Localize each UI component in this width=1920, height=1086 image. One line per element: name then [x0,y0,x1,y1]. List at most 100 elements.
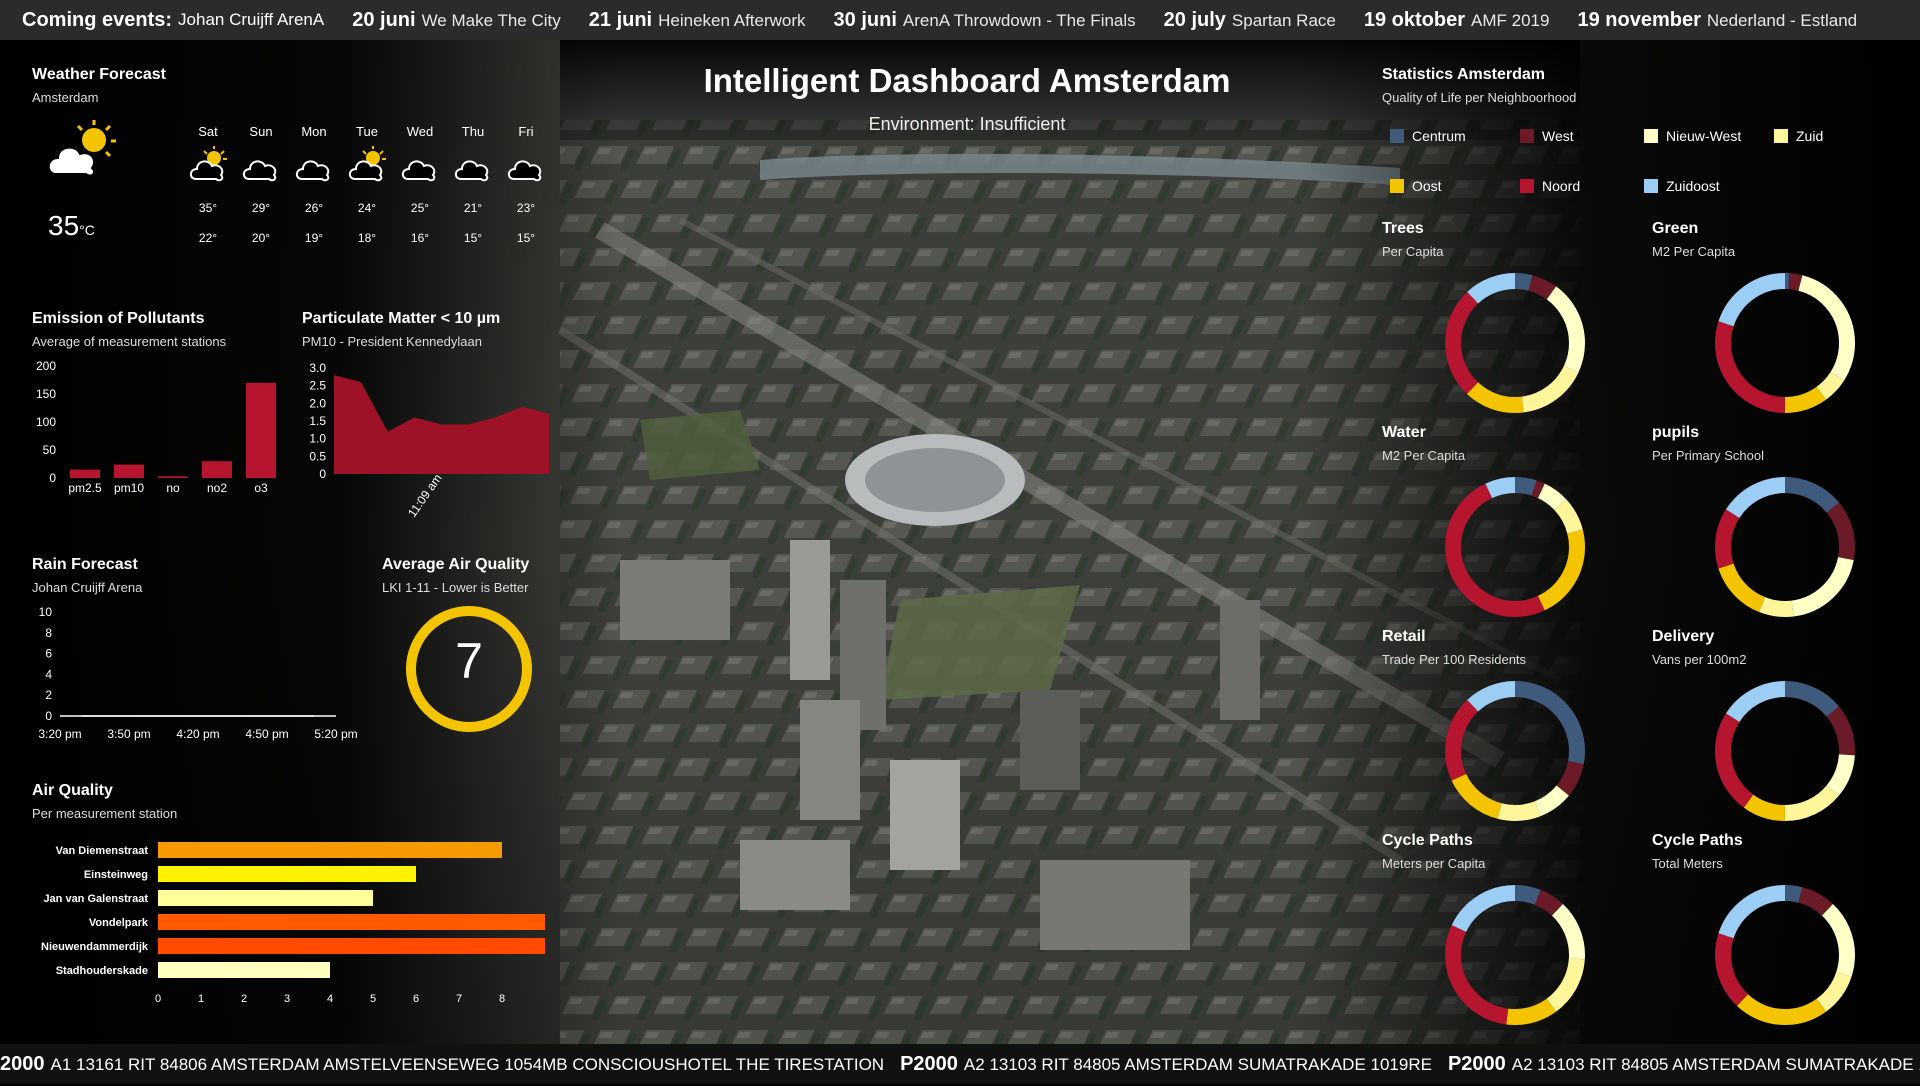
forecast-high: 26° [304,201,324,215]
donut-subtitle: Per Primary School [1652,448,1764,463]
emission-bar[interactable] [246,382,276,478]
partly-sunny-icon [44,116,120,189]
forecast-day: Wed 25° 16° [400,124,440,245]
donut-subtitle: M2 Per Capita [1652,244,1736,259]
cloud-icon [400,145,440,191]
legend-label: Zuid [1796,128,1824,144]
event-name: AMF 2019 [1471,10,1550,30]
legend-item[interactable]: Centrum [1390,128,1466,144]
y-tick-label: 0 [319,467,326,481]
forecast-high: 21° [463,201,483,215]
legend-item[interactable]: Zuid [1774,128,1823,144]
station-label: Nieuwendammerdijk [41,941,149,953]
x-tick-label: 4 [327,993,333,1005]
station-bar[interactable] [158,938,545,954]
cloud-icon [241,145,281,191]
statistics-subtitle: Quality of Life per Neighboorhood [1382,90,1577,105]
temperature-unit: °C [79,222,95,238]
emission-bar[interactable] [158,476,188,478]
pm10-area[interactable] [334,375,549,474]
y-tick-label: 2 [45,688,52,702]
station-bar[interactable] [158,914,545,930]
station-bar[interactable] [158,962,330,978]
emission-bar[interactable] [70,469,100,478]
x-tick-label: 4:50 pm [245,727,288,741]
emission-bar-chart: 0 50 100 150 200 pm2.5 pm10 no no2 o3 [36,359,276,495]
event-date: 20 july [1163,8,1226,31]
y-tick-label: 50 [43,443,57,457]
current-temperature: 35°C [48,210,95,241]
emission-panel: Emission of Pollutants Average of measur… [32,310,226,349]
partly-sunny-icon [347,145,387,191]
forecast-high: 35° [198,201,218,215]
legend-item[interactable]: West [1520,128,1574,144]
donut-subtitle: Total Meters [1652,856,1723,871]
forecast-day-name: Sat [198,124,218,139]
air-quality-subtitle: Per measurement station [32,806,178,821]
legend-item[interactable]: Nieuw-West [1644,128,1741,144]
station-bar[interactable] [158,866,416,882]
forecast-day: Thu 21° 15° [453,124,493,245]
donut-panel: Delivery Vans per 100m2 [1652,628,1912,828]
forecast-day: Sat 35° 22° [188,124,228,245]
donut-chart [1715,681,1855,821]
event-item: 20 july Spartan Race [1164,9,1336,32]
donut-chart [1445,477,1585,617]
donut-chart [1715,273,1855,413]
air-quality-panel: Air Quality Per measurement station [32,782,177,821]
forecast-day-name: Mon [301,124,327,139]
cloud-icon [506,145,546,191]
legend-item[interactable]: Zuidoost [1644,178,1720,194]
x-tick-label: 6 [413,993,419,1005]
legend-label: Oost [1412,178,1442,194]
donut-title: Retail [1382,628,1426,645]
forecast-day: Fri 23° 15° [506,124,546,245]
event-item: 19 oktober AMF 2019 [1364,9,1550,32]
donut-subtitle: Trade Per 100 Residents [1382,652,1527,667]
pm10-subtitle: PM10 - President Kennedylaan [302,334,482,349]
neighbourhood-legend: Centrum West Nieuw-West Zuid Oost Noord Zuidoo… [1390,128,1910,198]
weather-location: Amsterdam [32,90,99,105]
weather-title: Weather Forecast [32,66,166,83]
x-tick-label: 7 [456,993,462,1005]
legend-swatch [1390,179,1404,193]
p2000-ticker: 2000 A1 13161 RIT 84806 AMSTERDAM AMSTELV… [0,1044,1920,1084]
legend-item[interactable]: Noord [1520,178,1580,194]
event-date: 30 juni [833,8,897,31]
forecast-low: 15° [516,231,536,245]
air-average-panel: Average Air Quality LKI 1-11 - Lower is … [382,556,529,595]
x-tick-label: no [166,481,180,495]
x-tick-label: 0 [155,993,161,1005]
air-quality-gauge: 7 [404,604,534,734]
pm10-time-label: 11:09 am [405,471,445,519]
page-title: Intelligent Dashboard Amsterdam [703,62,1231,99]
event-date: 20 juni [352,8,416,31]
donut-subtitle: Meters per Capita [1382,856,1486,871]
donut-chart [1715,477,1855,617]
weather-panel: Weather Forecast Amsterdam [32,66,166,105]
page-subtitle: Environment: Insufficient [868,114,1066,134]
forecast-day-name: Fri [518,124,534,139]
y-tick-label: 6 [45,647,52,661]
forecast-low: 19° [304,231,324,245]
forecast-day-name: Tue [356,124,378,139]
event-date: 21 juni [588,8,653,31]
x-tick-label: pm2.5 [68,481,102,495]
air-quality-title: Air Quality [32,782,113,799]
x-tick-label: 2 [241,993,247,1005]
emission-bar[interactable] [202,461,232,478]
events-ticker: Coming events: Johan Cruijff ArenA 20 ju… [0,0,1920,40]
forecast-high: 24° [357,201,377,215]
y-tick-label: 1.5 [309,414,326,428]
legend-swatch [1774,129,1788,143]
station-bar[interactable] [158,890,373,906]
station-bar[interactable] [158,842,502,858]
legend-item[interactable]: Oost [1390,178,1442,194]
emission-bar[interactable] [114,464,144,478]
events-lead-text: Johan Cruijff ArenA [178,10,325,29]
x-tick-label: 3:20 pm [38,727,81,741]
y-tick-label: 8 [45,626,52,640]
x-tick-label: 4:20 pm [176,727,219,741]
x-tick-label: o3 [254,481,268,495]
statistics-title: Statistics Amsterdam [1382,66,1546,83]
